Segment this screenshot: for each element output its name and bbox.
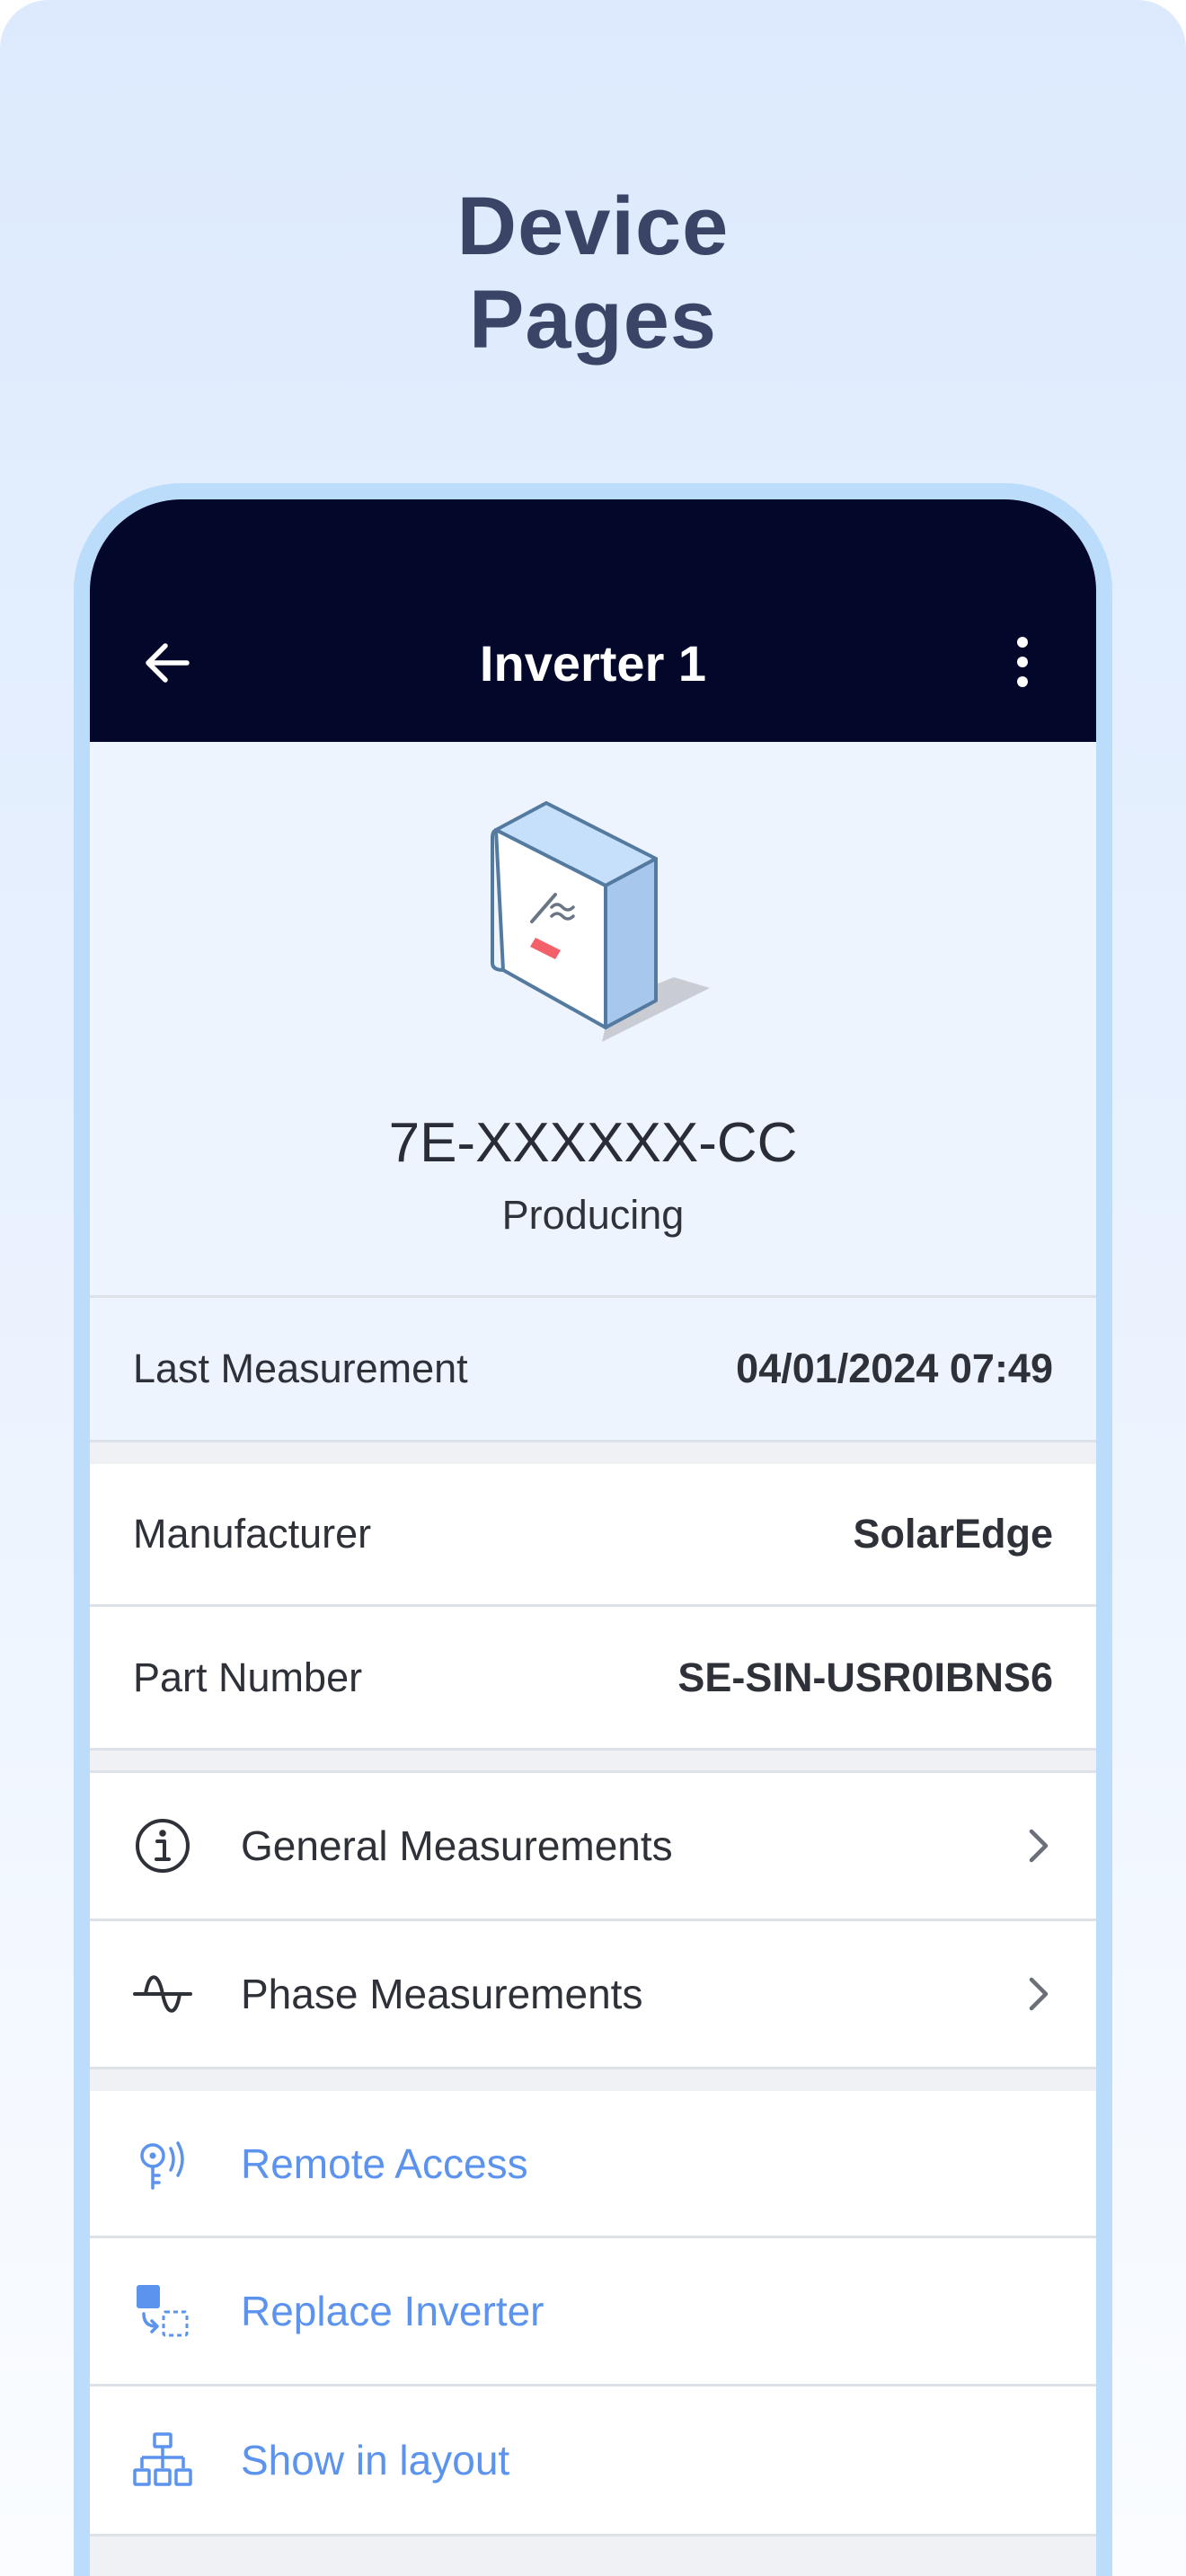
app-bar: Inverter 1 xyxy=(90,499,1096,742)
inverter-device-icon xyxy=(491,801,710,1042)
headline-line-2: Pages xyxy=(468,274,718,366)
chevron-right-icon xyxy=(1029,1977,1049,2011)
part-number-label: Part Number xyxy=(133,1654,363,1700)
phase-measurements-row[interactable]: Phase Measurements xyxy=(90,1921,1096,2067)
show-in-layout-row[interactable]: Show in layout xyxy=(90,2386,1096,2534)
remote-access-label: Remote Access xyxy=(241,2139,528,2187)
remote-access-row[interactable]: Remote Access xyxy=(90,2091,1096,2236)
manufacturer-value: SolarEdge xyxy=(853,1511,1053,1557)
headline-line-1: Device xyxy=(456,181,730,272)
last-measurement-value: 04/01/2024 07:49 xyxy=(736,1345,1053,1391)
last-measurement-row: Last Measurement 04/01/2024 07:49 xyxy=(90,1298,1096,1440)
section-gap xyxy=(90,1751,1096,1770)
headline: Device Pages xyxy=(0,180,1186,366)
phase-measurements-label: Phase Measurements xyxy=(241,1971,643,2017)
manufacturer-row: Manufacturer SolarEdge xyxy=(90,1464,1096,1604)
replace-icon xyxy=(137,2285,189,2337)
general-measurements-row[interactable]: General Measurements xyxy=(90,1773,1096,1919)
device-serial: 7E-XXXXXX-CC xyxy=(388,1112,798,1174)
last-measurement-label: Last Measurement xyxy=(133,1345,468,1391)
marketing-canvas: Device Pages Inverter 1 7E-XXXXXX-CC Pro… xyxy=(0,0,1186,2576)
show-in-layout-label: Show in layout xyxy=(241,2437,510,2483)
info-circle-icon xyxy=(136,1819,190,1873)
replace-inverter-label: Replace Inverter xyxy=(241,2288,544,2334)
device-hero: 7E-XXXXXX-CC Producing xyxy=(90,742,1096,1295)
part-number-row: Part Number SE-SIN-USR0IBNS6 xyxy=(90,1607,1096,1748)
sine-wave-icon xyxy=(133,1975,192,2013)
section-gap xyxy=(90,1442,1096,1464)
chevron-right-icon xyxy=(1029,1829,1049,1863)
more-vertical-icon[interactable] xyxy=(997,632,1048,692)
remote-key-icon xyxy=(140,2140,184,2190)
device-status: Producing xyxy=(501,1192,685,1238)
layout-tree-icon xyxy=(133,2432,192,2486)
replace-inverter-row[interactable]: Replace Inverter xyxy=(90,2238,1096,2384)
device-screen: Inverter 1 7E-XXXXXX-CC Producing Last M… xyxy=(90,499,1096,2576)
general-measurements-label: General Measurements xyxy=(241,1822,673,1869)
section-gap xyxy=(90,2069,1096,2091)
manufacturer-label: Manufacturer xyxy=(133,1511,372,1557)
page-title: Inverter 1 xyxy=(479,635,707,692)
section-gap xyxy=(90,2536,1096,2576)
part-number-value: SE-SIN-USR0IBNS6 xyxy=(677,1654,1053,1700)
